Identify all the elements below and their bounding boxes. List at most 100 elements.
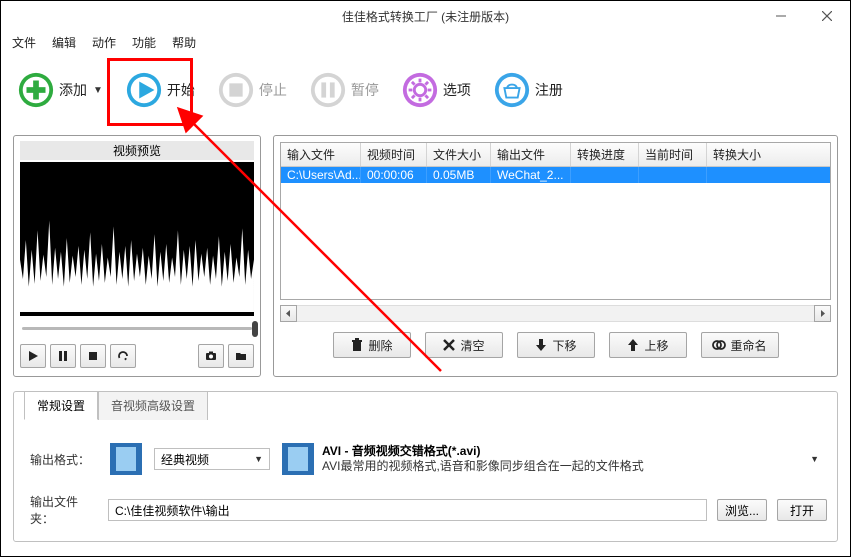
x-icon (442, 338, 456, 352)
rename-icon (712, 338, 726, 352)
clear-label: 清空 (460, 337, 484, 354)
seek-slider[interactable] (20, 319, 254, 339)
output-folder-label: 输出文件夹： (24, 493, 98, 527)
col-time[interactable]: 当前时间 (639, 143, 707, 166)
titlebar: 佳佳格式转换工厂 (未注册版本) (1, 1, 850, 31)
list-actions: 删除 清空 下移 上移 重命名 (280, 332, 831, 358)
player-controls (20, 344, 254, 368)
open-button[interactable]: 打开 (777, 499, 827, 521)
options-button[interactable]: 选项 (401, 71, 471, 109)
toolbar: 添加 ▼ 开始 停止 暂停 选项 注册 (1, 53, 850, 127)
menu-function[interactable]: 功能 (124, 32, 164, 53)
pause-label: 暂停 (351, 80, 379, 100)
browse-button[interactable]: 浏览... (717, 499, 767, 521)
start-button[interactable]: 开始 (125, 71, 195, 109)
format-title: AVI - 音频视频交错格式(*.avi) (322, 444, 644, 459)
delete-button[interactable]: 删除 (333, 332, 411, 358)
chevron-down-icon: ▼ (810, 454, 819, 464)
format-select[interactable]: AVI - 音频视频交错格式(*.avi) AVI最常用的视频格式,语音和影像同… (280, 441, 827, 477)
window-controls (758, 1, 850, 31)
video-preview[interactable] (20, 162, 254, 316)
up-button[interactable]: 上移 (609, 332, 687, 358)
cell-duration: 00:00:06 (361, 167, 427, 183)
clear-button[interactable]: 清空 (425, 332, 503, 358)
rename-button[interactable]: 重命名 (701, 332, 779, 358)
cell-outsize (707, 167, 779, 183)
pause-button[interactable] (50, 344, 76, 368)
stop-button[interactable]: 停止 (217, 71, 287, 109)
pause-button[interactable]: 暂停 (309, 71, 379, 109)
register-label: 注册 (535, 80, 563, 100)
format-desc: AVI最常用的视频格式,语音和影像同步组合在一起的文件格式 (322, 459, 644, 474)
basket-icon (493, 71, 531, 109)
pause-icon (309, 71, 347, 109)
menu-help[interactable]: 帮助 (164, 32, 204, 53)
arrow-down-icon (534, 338, 548, 352)
col-size[interactable]: 文件大小 (427, 143, 491, 166)
chevron-down-icon: ▼ (254, 454, 263, 464)
arrow-up-icon (626, 338, 640, 352)
stop-button-small[interactable] (80, 344, 106, 368)
minimize-button[interactable] (758, 1, 804, 31)
gear-icon (401, 71, 439, 109)
settings-tabs: 常规设置 音视频高级设置 (24, 391, 827, 420)
scroll-left-icon[interactable] (280, 305, 297, 322)
preset-value: 经典视频 (161, 451, 209, 468)
col-progress[interactable]: 转换进度 (571, 143, 639, 166)
tab-general[interactable]: 常规设置 (24, 391, 98, 420)
scroll-right-icon[interactable] (814, 305, 831, 322)
cell-size: 0.05MB (427, 167, 491, 183)
menu-edit[interactable]: 编辑 (44, 32, 84, 53)
file-list-panel: 输入文件 视频时间 文件大小 输出文件 转换进度 当前时间 转换大小 C:\Us… (273, 135, 838, 377)
content-area: 视频预览 输入文件 视频时间 文件大小 输出文件 转换进度 (1, 127, 850, 377)
preview-panel: 视频预览 (13, 135, 261, 377)
settings-panel: 常规设置 音视频高级设置 输出格式： 经典视频 ▼ AVI - 音频视频交错格式… (13, 391, 838, 542)
output-format-label: 输出格式： (24, 451, 98, 468)
play-button[interactable] (20, 344, 46, 368)
cell-output: WeChat_2... (491, 167, 571, 183)
add-label: 添加 (59, 80, 87, 100)
rename-label: 重命名 (730, 337, 766, 354)
cell-input: C:\Users\Ad... (281, 167, 361, 183)
trash-icon (350, 338, 364, 352)
menu-file[interactable]: 文件 (4, 32, 44, 53)
col-duration[interactable]: 视频时间 (361, 143, 427, 166)
col-output[interactable]: 输出文件 (491, 143, 571, 166)
h-scrollbar[interactable] (280, 305, 831, 322)
window-title: 佳佳格式转换工厂 (未注册版本) (342, 8, 509, 25)
options-label: 选项 (443, 80, 471, 100)
start-label: 开始 (167, 80, 195, 100)
preset-select[interactable]: 经典视频 ▼ (154, 448, 270, 470)
col-outsize[interactable]: 转换大小 (707, 143, 779, 166)
play-icon (125, 71, 163, 109)
preview-title: 视频预览 (20, 141, 254, 160)
loop-button[interactable] (110, 344, 136, 368)
col-input[interactable]: 输入文件 (281, 143, 361, 166)
grid-header: 输入文件 视频时间 文件大小 输出文件 转换进度 当前时间 转换大小 (281, 143, 830, 167)
up-label: 上移 (644, 337, 668, 354)
register-button[interactable]: 注册 (493, 71, 563, 109)
stop-label: 停止 (259, 80, 287, 100)
plus-icon (17, 71, 55, 109)
folder-button[interactable] (228, 344, 254, 368)
output-folder-row: 输出文件夹： 浏览... 打开 (24, 493, 827, 527)
table-row[interactable]: C:\Users\Ad... 00:00:06 0.05MB WeChat_2.… (281, 167, 830, 183)
menu-action[interactable]: 动作 (84, 32, 124, 53)
snapshot-button[interactable] (198, 344, 224, 368)
down-button[interactable]: 下移 (517, 332, 595, 358)
film-icon (280, 441, 316, 477)
add-button[interactable]: 添加 ▼ (17, 71, 103, 109)
cell-time (639, 167, 707, 183)
stop-icon (217, 71, 255, 109)
down-label: 下移 (552, 337, 576, 354)
menubar: 文件 编辑 动作 功能 帮助 (1, 31, 850, 53)
delete-label: 删除 (368, 337, 392, 354)
chevron-down-icon: ▼ (93, 85, 103, 96)
film-icon (108, 441, 144, 477)
close-button[interactable] (804, 1, 850, 31)
file-grid[interactable]: 输入文件 视频时间 文件大小 输出文件 转换进度 当前时间 转换大小 C:\Us… (280, 142, 831, 300)
tab-advanced[interactable]: 音视频高级设置 (98, 391, 208, 420)
cell-progress (571, 167, 639, 183)
output-format-row: 输出格式： 经典视频 ▼ AVI - 音频视频交错格式(*.avi) AVI最常… (24, 441, 827, 477)
output-folder-input[interactable] (108, 499, 707, 521)
